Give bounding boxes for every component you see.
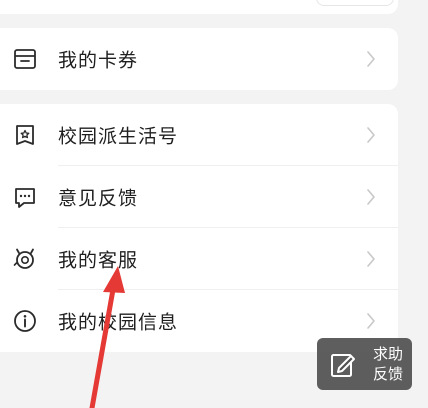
top-card-remnant [0, 0, 398, 14]
menu-item-label: 我的校园信息 [58, 311, 179, 334]
menu-item-feedback[interactable]: 意见反馈 [0, 166, 398, 228]
menu-item-label: 我的客服 [58, 249, 139, 272]
menu-item-campus-life-account[interactable]: 校园派生活号 [0, 104, 398, 166]
menu-item-my-coupons[interactable]: 我的卡券 [0, 28, 398, 90]
wallet-icon [12, 46, 38, 72]
customer-service-icon [12, 246, 38, 272]
chevron-right-icon [366, 251, 376, 267]
main-menu-card: 校园派生活号 意见反馈 我的客服 我的校园信息 [0, 104, 398, 352]
star-card-icon [12, 122, 38, 148]
chat-bubble-icon [12, 184, 38, 210]
edit-feedback-icon [329, 350, 359, 380]
menu-item-label: 校园派生活号 [58, 125, 179, 148]
chevron-right-icon [366, 189, 376, 205]
info-icon [12, 308, 38, 334]
menu-item-label: 意见反馈 [58, 187, 139, 210]
chevron-right-icon [366, 313, 376, 329]
menu-item-label: 我的卡券 [58, 49, 139, 72]
menu-item-customer-service[interactable]: 我的客服 [0, 228, 398, 290]
help-feedback-label: 求助 反馈 [372, 345, 403, 383]
chevron-right-icon [366, 51, 376, 67]
chevron-right-icon [366, 127, 376, 143]
top-pill-button[interactable] [316, 0, 394, 6]
help-feedback-button[interactable]: 求助 反馈 [317, 338, 412, 390]
coupon-card: 我的卡券 [0, 28, 398, 90]
